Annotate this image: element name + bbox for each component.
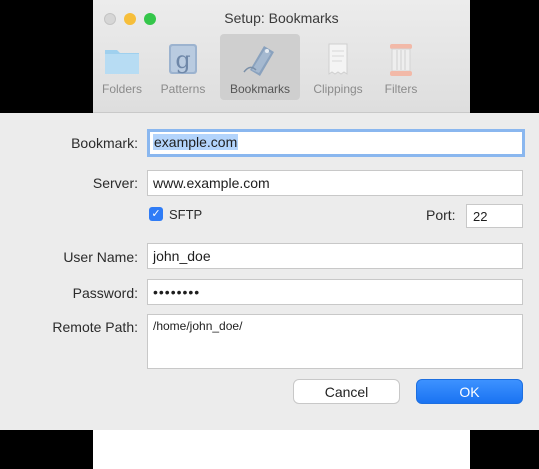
server-label: Server:: [92, 175, 138, 191]
title-bar: Setup: Bookmarks Folders g Patterns Book…: [93, 0, 470, 113]
bookmark-label: Bookmark:: [71, 135, 138, 151]
ok-button[interactable]: OK: [416, 379, 523, 404]
screen-edge-bottom-left: [0, 430, 93, 469]
patterns-icon: g: [169, 44, 197, 74]
screen-edge-top-left: [0, 0, 93, 113]
toolbar-label-filters: Filters: [384, 82, 418, 96]
port-field[interactable]: 22: [466, 204, 523, 228]
toolbar-label-bookmarks: Bookmarks: [229, 82, 291, 96]
toolbar-item-patterns[interactable]: g Patterns: [151, 34, 215, 100]
preferences-toolbar: Folders g Patterns Bookmarks Clippings F…: [93, 34, 470, 113]
toolbar-item-bookmarks[interactable]: Bookmarks: [220, 34, 300, 100]
cancel-button[interactable]: Cancel: [293, 379, 400, 404]
screen-edge-top-right: [470, 0, 539, 113]
username-label: User Name:: [63, 249, 138, 265]
toolbar-item-clippings[interactable]: Clippings: [305, 34, 371, 100]
remote-path-field[interactable]: /home/john_doe/: [147, 314, 523, 369]
server-field[interactable]: www.example.com: [147, 170, 523, 196]
filter-spool-icon: [390, 44, 412, 76]
toolbar-item-filters[interactable]: Filters: [373, 34, 429, 100]
remote-path-label: Remote Path:: [52, 319, 138, 335]
port-label: Port:: [426, 207, 456, 223]
toolbar-label-patterns: Patterns: [160, 82, 206, 96]
password-field[interactable]: ••••••••: [147, 279, 523, 305]
screen-edge-bottom-right: [470, 430, 539, 469]
toolbar-item-folders[interactable]: Folders: [95, 34, 149, 100]
bookmark-tag-icon: [243, 46, 274, 76]
clippings-icon: [328, 43, 348, 75]
bookmark-field[interactable]: example.com: [147, 129, 525, 157]
password-label: Password:: [72, 285, 138, 301]
bookmark-value: example.com: [153, 134, 239, 150]
folder-icon: [105, 50, 139, 74]
toolbar-label-clippings: Clippings: [313, 82, 363, 96]
window-title: Setup: Bookmarks: [224, 10, 339, 26]
toolbar-label-folders: Folders: [101, 82, 142, 96]
svg-text:g: g: [175, 46, 190, 74]
sftp-checkbox[interactable]: ✓: [149, 207, 163, 221]
username-field[interactable]: john_doe: [147, 243, 523, 269]
sftp-label: SFTP: [169, 207, 203, 222]
bookmark-form: Bookmark: example.com Server: www.exampl…: [0, 113, 539, 430]
